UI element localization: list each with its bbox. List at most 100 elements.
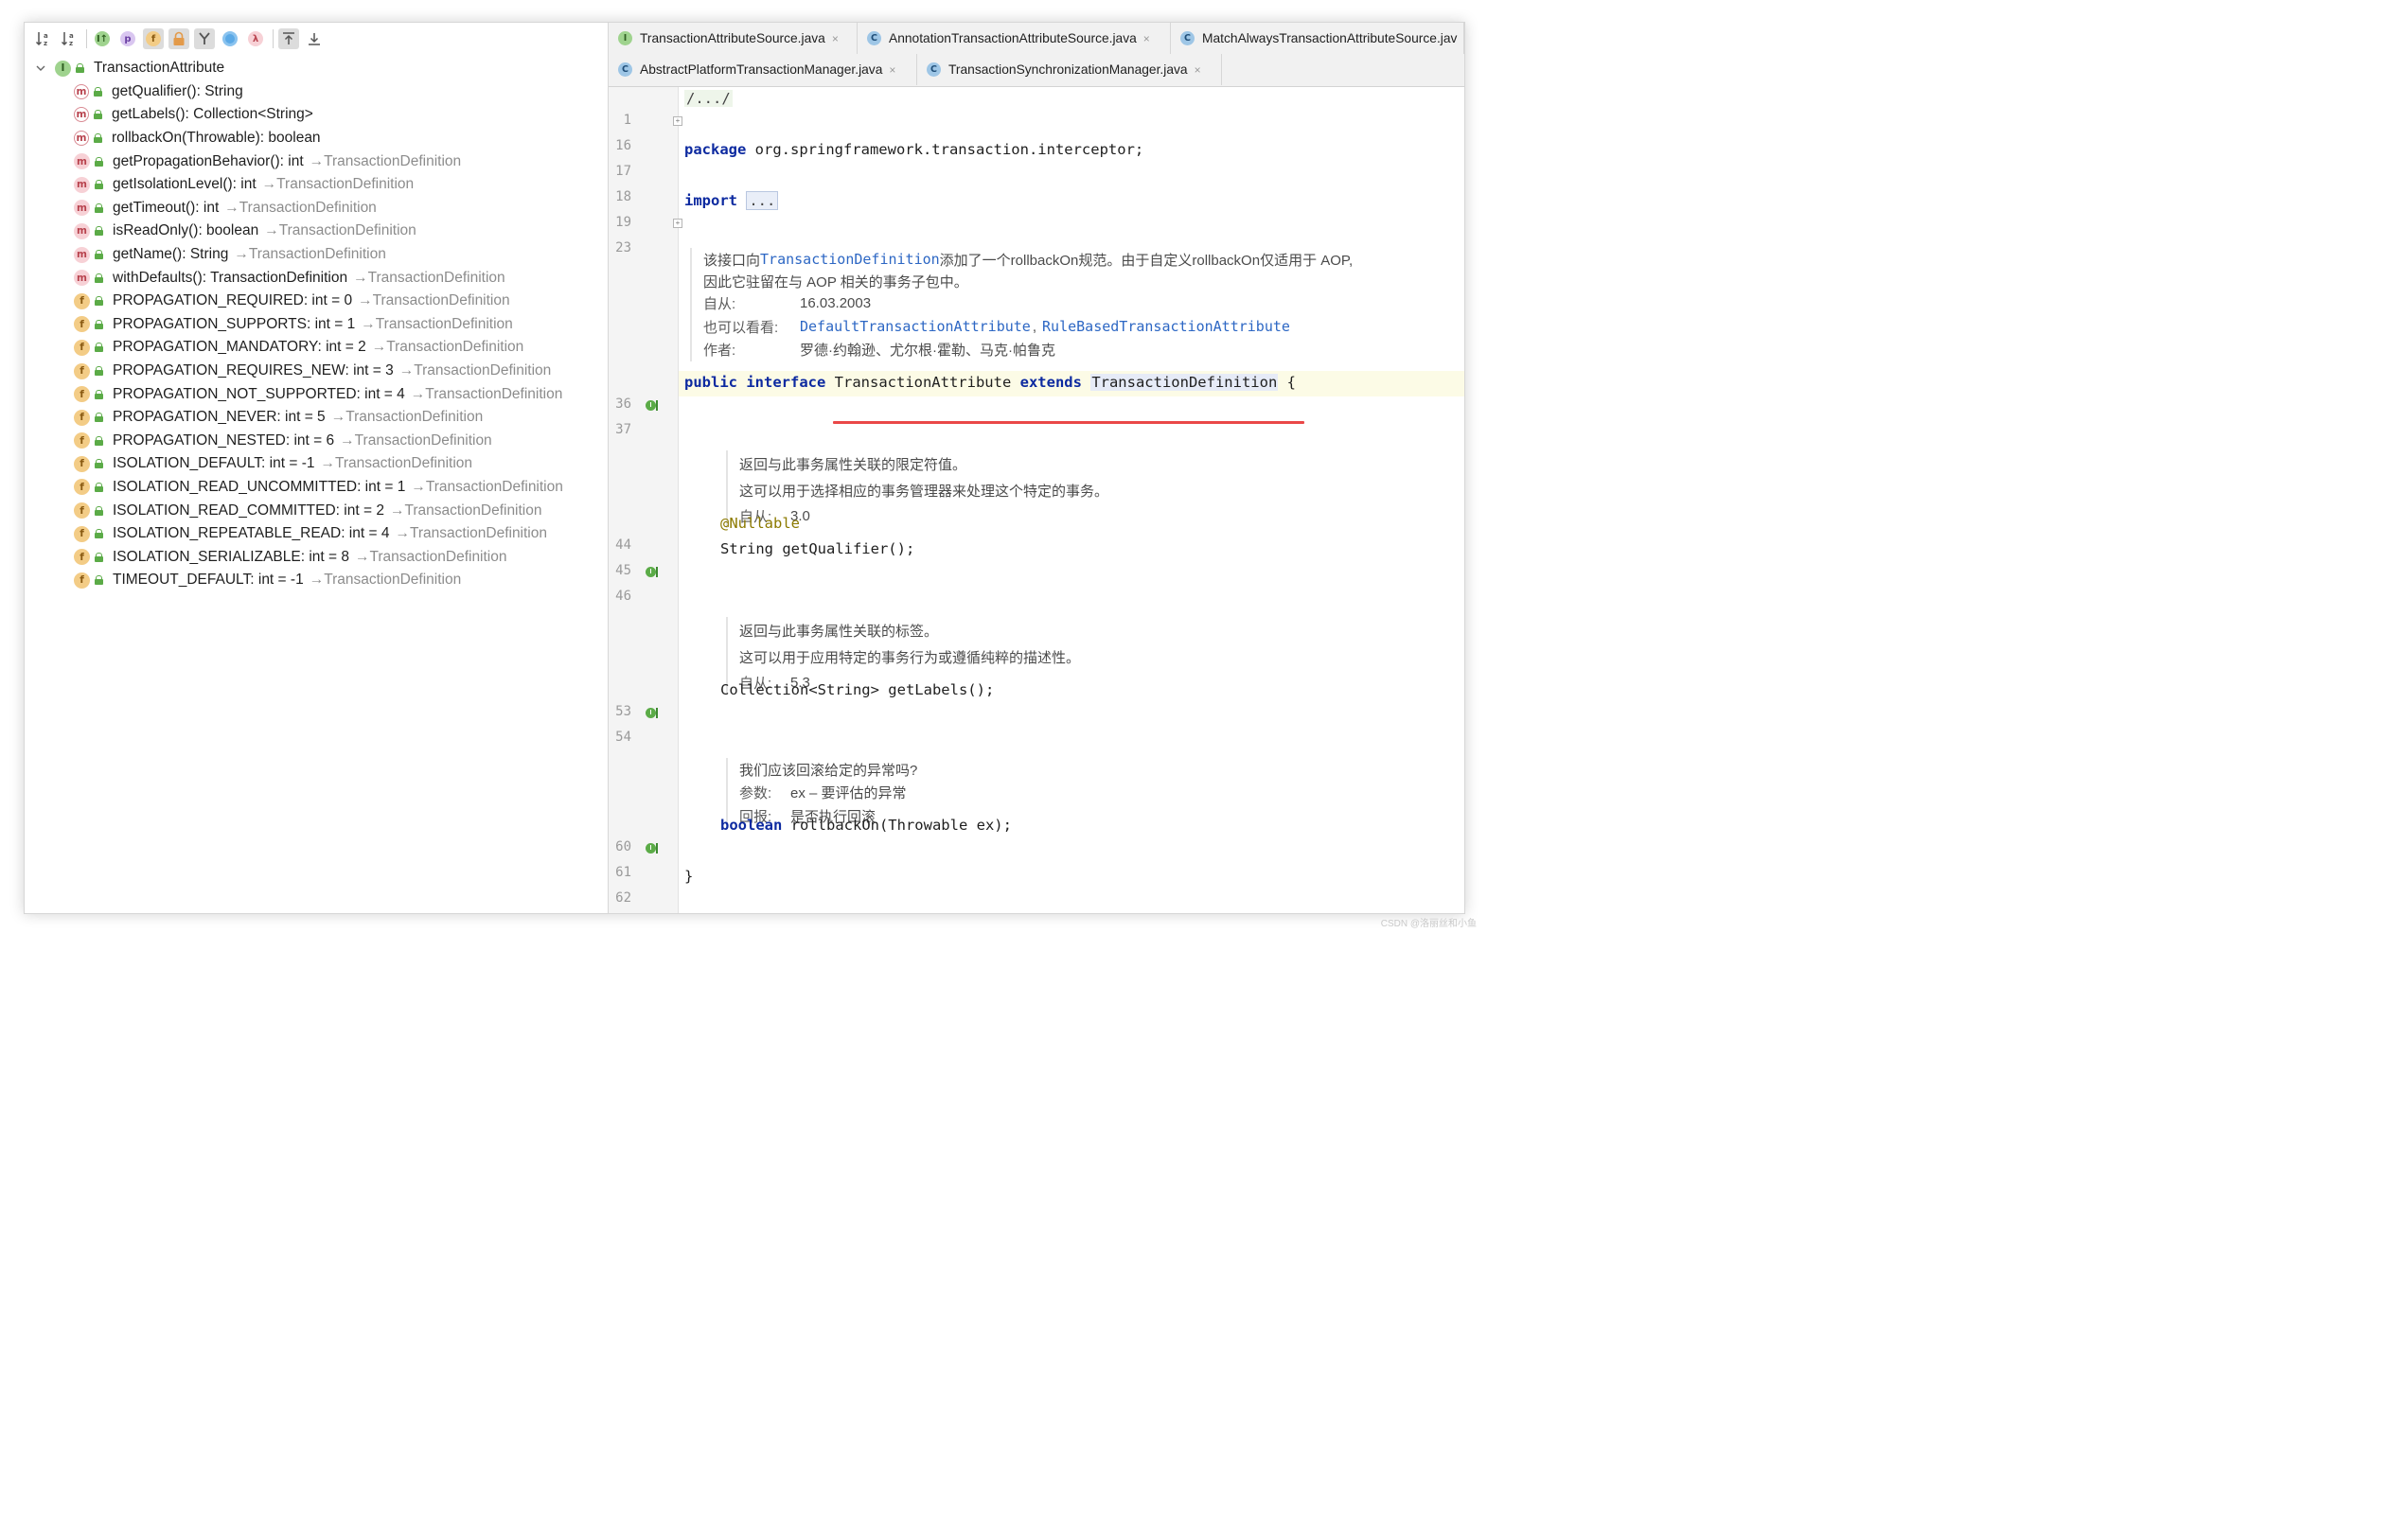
- show-lambdas-icon[interactable]: λ: [245, 28, 266, 49]
- method-icon: m: [74, 200, 90, 217]
- sort-visibility-icon[interactable]: az: [59, 28, 80, 49]
- tree-item[interactable]: f PROPAGATION_REQUIRED: int = 0 →Transacti…: [25, 290, 608, 313]
- tree-item[interactable]: m getQualifier(): String: [25, 80, 608, 104]
- doc-link[interactable]: RuleBasedTransactionAttribute: [1042, 318, 1290, 335]
- close-icon[interactable]: ×: [1195, 63, 1201, 77]
- tree-item[interactable]: f PROPAGATION_SUPPORTS: int = 1 →Transacti…: [25, 313, 608, 337]
- class-file-icon: C: [867, 31, 881, 45]
- editor-tab[interactable]: C TransactionSynchronizationManager.java ×: [917, 54, 1222, 85]
- tree-item[interactable]: f ISOLATION_READ_UNCOMMITTED: int = 1 →Tra…: [25, 476, 608, 500]
- collapse-all-icon[interactable]: [304, 28, 325, 49]
- field-icon: f: [74, 316, 90, 333]
- tree-item[interactable]: f TIMEOUT_DEFAULT: int = -1 →TransactionDe…: [25, 569, 608, 592]
- tree-item-inherited: →TransactionDefinition: [411, 478, 563, 495]
- code-line-1[interactable]: /.../: [684, 90, 733, 107]
- tree-item[interactable]: m getIsolationLevel(): int →TransactionDef…: [25, 173, 608, 197]
- implemented-marker-icon[interactable]: I: [646, 708, 656, 718]
- implemented-marker-icon[interactable]: I: [646, 843, 656, 854]
- fold-toggle-icon[interactable]: +: [673, 219, 682, 228]
- tree-item[interactable]: m getPropagationBehavior(): int →Transacti…: [25, 150, 608, 173]
- line-number: 53: [615, 704, 631, 719]
- doc-link[interactable]: TransactionDefinition: [760, 251, 940, 268]
- implemented-arrow-icon: [656, 843, 658, 854]
- public-lock-icon: [95, 505, 103, 516]
- show-interfaces-icon[interactable]: I↑: [92, 28, 113, 49]
- show-properties-icon[interactable]: p: [117, 28, 138, 49]
- watermark: CSDN @洛丽丝和小鱼: [1380, 919, 1477, 929]
- tree-item[interactable]: m isReadOnly(): boolean →TransactionDefini…: [25, 220, 608, 243]
- interface-icon: I: [55, 60, 71, 77]
- method-icon: m: [74, 246, 90, 263]
- tree-item[interactable]: m rollbackOn(Throwable): boolean: [25, 127, 608, 150]
- code-line-60[interactable]: boolean rollbackOn(Throwable ex);: [720, 817, 1012, 834]
- show-non-public-icon[interactable]: [168, 28, 189, 49]
- code-line-17[interactable]: package org.springframework.transaction.…: [684, 141, 1143, 158]
- expand-all-icon[interactable]: [278, 28, 299, 49]
- close-icon[interactable]: ×: [832, 32, 839, 45]
- code-line-19[interactable]: import ...: [684, 191, 779, 210]
- folded-imports[interactable]: ...: [746, 191, 779, 210]
- tree-item-inherited: →TransactionDefinition: [224, 199, 377, 216]
- editor-tab[interactable]: C AbstractPlatformTransactionManager.java…: [609, 54, 917, 85]
- tree-item[interactable]: f ISOLATION_READ_COMMITTED: int = 2 →Trans…: [25, 499, 608, 522]
- code-line-36[interactable]: public interface TransactionAttribute ex…: [684, 374, 1296, 391]
- field-icon: f: [74, 409, 90, 426]
- implemented-marker-icon[interactable]: I: [646, 400, 656, 411]
- tree-item[interactable]: f ISOLATION_DEFAULT: int = -1 →Transaction…: [25, 452, 608, 476]
- tree-item[interactable]: f PROPAGATION_NESTED: int = 6 →Transaction…: [25, 430, 608, 453]
- fold-toggle-icon[interactable]: +: [673, 116, 682, 126]
- tree-root[interactable]: I TransactionAttribute: [25, 57, 608, 80]
- implemented-marker-icon[interactable]: I: [646, 567, 656, 577]
- tab-row-1: I TransactionAttributeSource.java × C Annota…: [609, 23, 1464, 54]
- tree-item[interactable]: f ISOLATION_SERIALIZABLE: int = 8 →Transac…: [25, 545, 608, 569]
- show-anonymous-icon[interactable]: [220, 28, 240, 49]
- close-icon[interactable]: ×: [1143, 32, 1150, 45]
- class-javadoc: 该接口向 TransactionDefinition 添加了一个rollbackOn…: [690, 248, 1353, 361]
- tree-item[interactable]: m getLabels(): Collection<String>: [25, 103, 608, 127]
- tree-item-inherited: →TransactionDefinition: [358, 292, 510, 309]
- tree-item[interactable]: f PROPAGATION_NOT_SUPPORTED: int = 4 →Tran…: [25, 382, 608, 406]
- public-lock-icon: [95, 226, 103, 237]
- public-lock-icon: [95, 389, 103, 399]
- tree-item[interactable]: f PROPAGATION_REQUIRES_NEW: int = 3 →Trans…: [25, 360, 608, 383]
- tree-item-label: ISOLATION_READ_UNCOMMITTED: int = 1: [113, 478, 406, 495]
- editor-gutter: 1 + 16 17 18 19 + 23 36 I 37 44 45 I 46 …: [609, 87, 682, 913]
- abstract-method-icon: m: [74, 83, 89, 99]
- tree-item[interactable]: f ISOLATION_REPEATABLE_READ: int = 4 →Tran…: [25, 522, 608, 546]
- public-lock-icon: [95, 413, 103, 423]
- folded-header[interactable]: /.../: [684, 90, 733, 107]
- line-number: 62: [615, 890, 631, 906]
- show-inherited-icon[interactable]: [194, 28, 215, 49]
- editor-tab[interactable]: C AnnotationTransactionAttributeSource.ja…: [858, 23, 1171, 54]
- doc-link[interactable]: DefaultTransactionAttribute: [800, 318, 1031, 335]
- chevron-down-icon[interactable]: [34, 63, 47, 73]
- close-icon[interactable]: ×: [889, 63, 895, 77]
- svg-text:a: a: [44, 32, 48, 40]
- public-lock-icon: [95, 273, 103, 283]
- tree-item[interactable]: m getName(): String →TransactionDefinition: [25, 243, 608, 267]
- structure-panel: az az I↑ p f λ I TransactionAttribute m …: [25, 23, 609, 913]
- tree-item[interactable]: f PROPAGATION_MANDATORY: int = 2 →Transact…: [25, 336, 608, 360]
- tree-item-inherited: →TransactionDefinition: [371, 339, 524, 356]
- editor-tab[interactable]: I TransactionAttributeSource.java ×: [609, 23, 858, 54]
- code-line-53[interactable]: Collection<String> getLabels();: [720, 681, 994, 698]
- field-icon: f: [74, 479, 90, 496]
- type-reference[interactable]: TransactionDefinition: [1090, 374, 1279, 391]
- code-line-44[interactable]: @Nullable: [720, 515, 800, 532]
- show-fields-icon[interactable]: f: [143, 28, 164, 49]
- tab-label: MatchAlwaysTransactionAttributeSource.ja…: [1202, 31, 1458, 45]
- tree-item-inherited: →TransactionDefinition: [264, 222, 416, 239]
- tree-item[interactable]: m getTimeout(): int →TransactionDefinition: [25, 197, 608, 220]
- tree-item[interactable]: m withDefaults(): TransactionDefinition →T…: [25, 266, 608, 290]
- tree-item-inherited: →TransactionDefinition: [340, 431, 492, 449]
- toolbar-separator: [273, 29, 274, 48]
- public-lock-icon: [95, 435, 103, 446]
- sort-alpha-icon[interactable]: az: [33, 28, 54, 49]
- code-line-62[interactable]: }: [684, 868, 693, 885]
- code-line-45[interactable]: String getQualifier();: [720, 540, 914, 557]
- tree-item[interactable]: f PROPAGATION_NEVER: int = 5 →TransactionD…: [25, 406, 608, 430]
- public-lock-icon: [95, 180, 103, 190]
- tab-row-2: C AbstractPlatformTransactionManager.java…: [609, 54, 1222, 85]
- tab-label: TransactionSynchronizationManager.java: [948, 62, 1188, 77]
- editor-tab[interactable]: C MatchAlwaysTransactionAttributeSource.j…: [1171, 23, 1464, 54]
